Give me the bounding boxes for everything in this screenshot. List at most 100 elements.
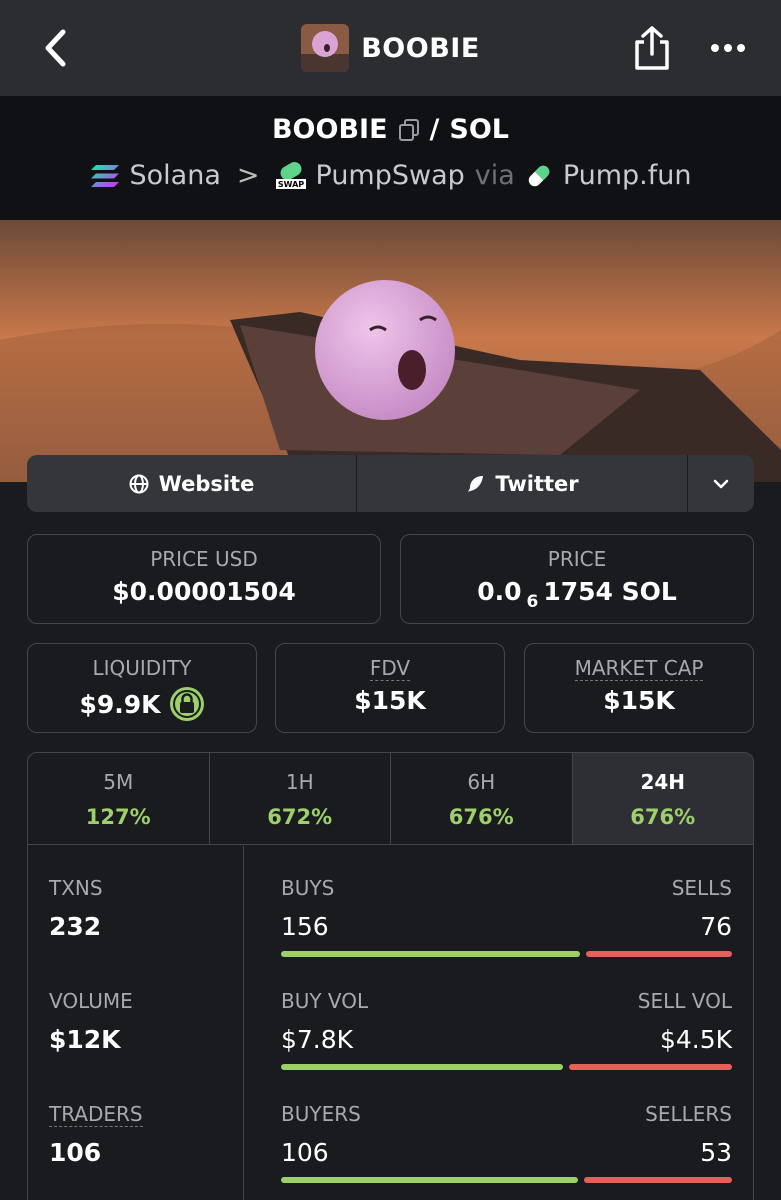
swap-badge: SWAP bbox=[277, 180, 303, 189]
buys-label: BUYS bbox=[281, 876, 335, 900]
price-native-value: 0.0 6 1754 SOL bbox=[401, 577, 753, 612]
pill-icon bbox=[528, 165, 550, 186]
price-native-card: PRICE 0.0 6 1754 SOL bbox=[400, 534, 754, 624]
route-breadcrumb: Solana > SWAP PumpSwap via Pump.fun bbox=[0, 160, 781, 191]
timeframe-tabs: 5M 127% 1H 672% 6H 676% 24H 676% bbox=[28, 753, 753, 845]
feather-icon bbox=[468, 475, 484, 492]
txns-label: TXNS bbox=[49, 876, 103, 900]
sellers-label: SELLERS bbox=[645, 1102, 732, 1126]
buyers-value: 106 bbox=[281, 1138, 329, 1167]
sellers-bar bbox=[583, 1177, 732, 1183]
pair-header: BOOBIE / SOL Solana > SWAP PumpSwap via … bbox=[0, 96, 781, 220]
sellers-value: 53 bbox=[700, 1138, 732, 1167]
social-links: Website Twitter bbox=[27, 455, 754, 512]
base-token: BOOBIE bbox=[271, 114, 388, 145]
buys-sells-row: BUYS SELLS 156 76 bbox=[281, 876, 732, 957]
tab-label: 1H bbox=[285, 770, 314, 794]
price-usd-card: PRICE USD $0.00001504 bbox=[27, 534, 381, 624]
sells-label: SELLS bbox=[671, 876, 732, 900]
buyers-sellers-row: BUYERS SELLERS 106 53 bbox=[281, 1102, 732, 1183]
market-cap-card: MARKET CAP $15K bbox=[524, 643, 754, 733]
market-cap-label-text: MARKET CAP bbox=[574, 656, 704, 681]
volume-metric: VOLUME $12K bbox=[49, 989, 133, 1054]
tab-change: 127% bbox=[85, 805, 151, 829]
quote-token: SOL bbox=[449, 114, 510, 145]
price-native-label: PRICE bbox=[547, 547, 607, 571]
links-dropdown-button[interactable] bbox=[688, 455, 754, 512]
tab-24h[interactable]: 24H 676% bbox=[572, 753, 753, 844]
tab-label: 24H bbox=[640, 770, 686, 794]
buy-vol-label: BUY VOL bbox=[281, 989, 369, 1013]
buys-value: 156 bbox=[281, 912, 329, 941]
totals-column: TXNS 232 VOLUME $12K TRADERS 106 bbox=[28, 846, 244, 1200]
sell-vol-value: $4.5K bbox=[659, 1025, 732, 1054]
liquidity-value: $9.9K bbox=[79, 689, 161, 719]
fdv-label-text: FDV bbox=[369, 656, 411, 681]
twitter-button[interactable]: Twitter bbox=[357, 455, 688, 512]
price-usd-value: $0.00001504 bbox=[112, 577, 296, 606]
copy-icon[interactable] bbox=[398, 118, 420, 142]
fdv-value: $15K bbox=[354, 686, 426, 715]
volume-value: $12K bbox=[49, 1025, 121, 1054]
website-label: Website bbox=[158, 471, 255, 496]
website-button[interactable]: Website bbox=[27, 455, 357, 512]
tab-change: 672% bbox=[267, 805, 333, 829]
market-cap-label[interactable]: MARKET CAP bbox=[525, 656, 753, 681]
pumpswap-icon: SWAP bbox=[275, 161, 306, 189]
via-label: via bbox=[474, 160, 515, 191]
pair-title: BOOBIE / SOL bbox=[0, 114, 781, 145]
stats-panel: 5M 127% 1H 672% 6H 676% 24H 676% TXNS 23… bbox=[27, 752, 754, 1200]
share-icon bbox=[635, 26, 669, 70]
share-button[interactable] bbox=[632, 24, 672, 72]
volume-split-bar bbox=[281, 1064, 732, 1070]
token-avatar bbox=[301, 24, 350, 72]
chevron-down-icon bbox=[713, 479, 729, 488]
lock-icon[interactable] bbox=[169, 686, 205, 722]
tab-label: 5M bbox=[103, 770, 134, 794]
liquidity-label: LIQUIDITY bbox=[92, 656, 192, 680]
price-usd-label: PRICE USD bbox=[150, 547, 258, 571]
buys-sells-bar bbox=[281, 951, 732, 957]
fdv-card: FDV $15K bbox=[275, 643, 505, 733]
volume-label: VOLUME bbox=[49, 989, 133, 1013]
price-native-rest: 1754 SOL bbox=[543, 577, 677, 606]
buy-vol-bar bbox=[281, 1064, 564, 1070]
txns-value: 232 bbox=[49, 912, 102, 941]
tab-1h[interactable]: 1H 672% bbox=[210, 753, 391, 844]
tab-change: 676% bbox=[448, 805, 514, 829]
volume-split-row: BUY VOL SELL VOL $7.8K $4.5K bbox=[281, 989, 732, 1070]
globe-icon bbox=[129, 474, 149, 493]
sell-vol-label: SELL VOL bbox=[637, 989, 732, 1013]
tab-5m[interactable]: 5M 127% bbox=[28, 753, 210, 844]
solana-icon bbox=[90, 164, 119, 187]
price-native-prefix: 0.0 bbox=[477, 577, 522, 606]
token-name: BOOBIE bbox=[361, 32, 480, 64]
fdv-label[interactable]: FDV bbox=[276, 656, 504, 681]
tab-change: 676% bbox=[630, 805, 696, 829]
liquidity-card: LIQUIDITY $9.9K bbox=[27, 643, 257, 733]
price-native-subscript: 6 bbox=[526, 591, 539, 612]
buyers-sellers-bar bbox=[281, 1177, 732, 1183]
pair-slash: / bbox=[429, 114, 440, 145]
more-dots-icon bbox=[711, 44, 745, 52]
traders-metric: TRADERS 106 bbox=[49, 1102, 143, 1167]
twitter-label: Twitter bbox=[495, 471, 579, 496]
traders-value: 106 bbox=[49, 1138, 102, 1167]
traders-label[interactable]: TRADERS bbox=[49, 1102, 143, 1127]
buyers-bar bbox=[281, 1177, 578, 1183]
route-separator: > bbox=[236, 160, 260, 191]
txns-metric: TXNS 232 bbox=[49, 876, 103, 941]
traders-label-text: TRADERS bbox=[49, 1102, 143, 1127]
chain-link[interactable]: Solana bbox=[130, 160, 221, 191]
top-bar: BOOBIE bbox=[0, 0, 781, 96]
buys-bar bbox=[281, 951, 581, 957]
token-banner-image bbox=[0, 220, 781, 482]
buy-vol-value: $7.8K bbox=[281, 1025, 354, 1054]
sell-vol-bar bbox=[569, 1064, 732, 1070]
market-cap-value: $15K bbox=[603, 686, 675, 715]
tab-6h[interactable]: 6H 676% bbox=[391, 753, 573, 844]
dex-link[interactable]: PumpSwap bbox=[316, 160, 465, 191]
more-button[interactable] bbox=[706, 30, 750, 66]
launchpad-link[interactable]: Pump.fun bbox=[563, 160, 692, 191]
sells-bar bbox=[586, 951, 732, 957]
